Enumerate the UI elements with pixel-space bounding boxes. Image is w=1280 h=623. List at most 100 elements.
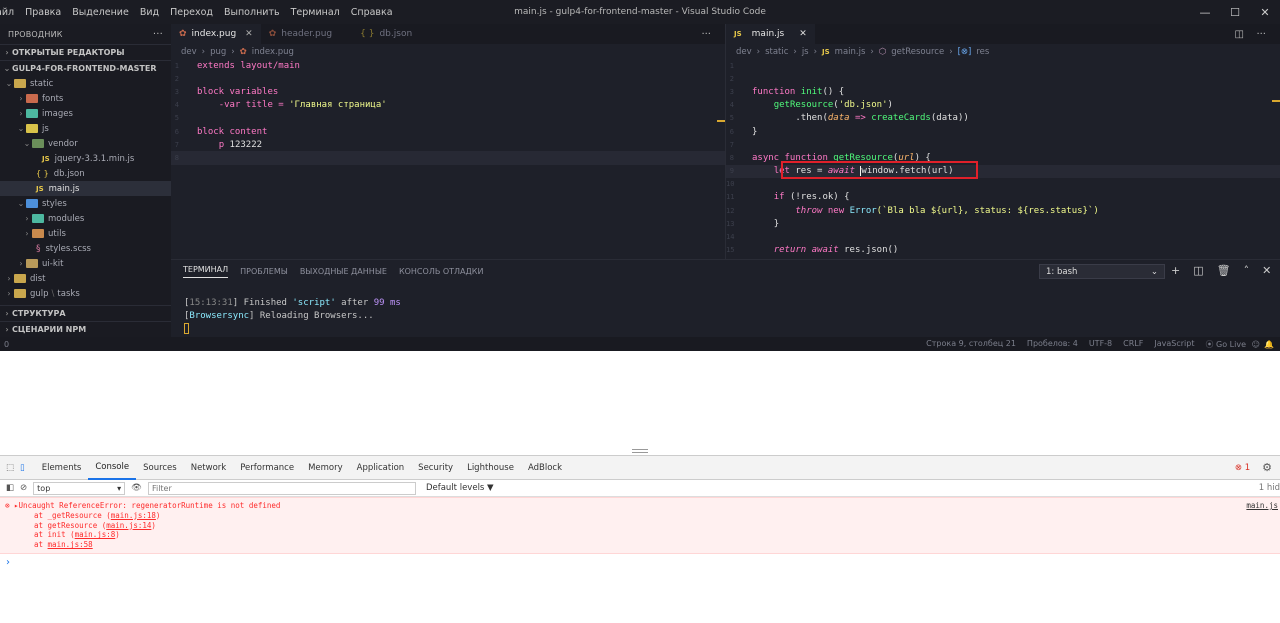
- device-toolbar-icon[interactable]: ▯: [20, 463, 25, 473]
- source-link[interactable]: main.js:14: [106, 521, 151, 530]
- tree-folder-js[interactable]: ⌄ js: [0, 121, 171, 136]
- breadcrumb-item[interactable]: index.pug: [252, 47, 294, 57]
- bell-icon[interactable]: 🔔: [1264, 340, 1274, 349]
- message-source-link[interactable]: main.js: [1246, 501, 1278, 511]
- code-editor-left[interactable]: 1 extends layout/main 2 3 block variables …: [171, 59, 725, 165]
- close-window-button[interactable]: ✕: [1250, 0, 1280, 24]
- breadcrumb-item[interactable]: dev: [736, 47, 752, 57]
- tab-sources[interactable]: Sources: [136, 456, 184, 480]
- menu-run[interactable]: Выполнить: [224, 7, 280, 18]
- tab-problems[interactable]: ПРОБЛЕМЫ: [240, 267, 288, 276]
- terminal-output[interactable]: [15:13:31] Finished 'script' after 99 ms…: [171, 282, 1280, 339]
- tree-folder-styles[interactable]: ⌄ styles: [0, 196, 171, 211]
- outline-section[interactable]: › СТРУКТУРА: [0, 305, 171, 321]
- feedback-icon[interactable]: ☺: [1252, 340, 1260, 349]
- tree-file-jquery[interactable]: JS jquery-3.3.1.min.js: [0, 151, 171, 166]
- terminal-select[interactable]: 1: bash ⌄: [1039, 264, 1165, 279]
- project-section[interactable]: ⌄ GULP4-FOR-FRONTEND-MASTER: [0, 60, 171, 76]
- open-editors-section[interactable]: › ОТКРЫТЫЕ РЕДАКТОРЫ: [0, 44, 171, 60]
- log-levels-select[interactable]: Default levels ▼: [426, 483, 494, 493]
- tab-db-json[interactable]: { } db.json: [352, 24, 420, 44]
- tab-terminal[interactable]: ТЕРМИНАЛ: [183, 265, 229, 278]
- tab-performance[interactable]: Performance: [233, 456, 301, 480]
- tree-folder-dist[interactable]: › dist: [0, 271, 171, 286]
- tab-elements[interactable]: Elements: [35, 456, 89, 480]
- status-indent[interactable]: Пробелов: 4: [1027, 339, 1078, 350]
- sidebar-toggle-icon[interactable]: ◧: [6, 483, 14, 493]
- tree-folder-static[interactable]: ⌄ static: [0, 76, 171, 91]
- tab-header-pug[interactable]: ✿ header.pug: [261, 24, 340, 44]
- breadcrumb-item[interactable]: res: [976, 47, 989, 57]
- context-select[interactable]: top ▾: [33, 481, 126, 495]
- tab-adblock[interactable]: AdBlock: [521, 456, 569, 480]
- menu-help[interactable]: Справка: [351, 7, 393, 18]
- tab-memory[interactable]: Memory: [301, 456, 350, 480]
- tab-main-js[interactable]: JS main.js ✕: [726, 24, 815, 44]
- breadcrumb-item[interactable]: pug: [210, 47, 226, 57]
- breadcrumb-item[interactable]: main.js: [835, 47, 866, 57]
- status-eol[interactable]: CRLF: [1123, 339, 1143, 350]
- close-icon[interactable]: ✕: [799, 29, 807, 39]
- tree-folder-modules[interactable]: › modules: [0, 211, 171, 226]
- tree-folder-utils[interactable]: › utils: [0, 226, 171, 241]
- tree-folder-vendor[interactable]: ⌄ vendor: [0, 136, 171, 151]
- source-link[interactable]: main.js:18: [111, 511, 156, 520]
- tree-folder-images[interactable]: › images: [0, 106, 171, 121]
- breadcrumb-item[interactable]: js: [802, 47, 809, 57]
- menu-file[interactable]: айл: [0, 7, 14, 18]
- error-counter[interactable]: ⊗ 1: [1235, 463, 1250, 473]
- trash-icon[interactable]: 🗑: [1217, 264, 1231, 277]
- tab-console[interactable]: Console: [88, 456, 137, 480]
- menu-terminal[interactable]: Терминал: [291, 7, 340, 18]
- editor-more-button[interactable]: ···: [701, 29, 711, 40]
- tree-folder-gulp[interactable]: › gulp \ tasks: [0, 286, 171, 301]
- tab-network[interactable]: Network: [184, 456, 234, 480]
- status-encoding[interactable]: UTF-8: [1089, 339, 1112, 350]
- status-go-live[interactable]: ⦿ Go Live: [1205, 339, 1246, 350]
- tab-output[interactable]: ВЫХОДНЫЕ ДАННЫЕ: [300, 267, 387, 276]
- tab-lighthouse[interactable]: Lighthouse: [460, 456, 521, 480]
- close-icon[interactable]: ✕: [245, 29, 253, 39]
- breadcrumb-item[interactable]: dev: [181, 47, 197, 57]
- split-icon[interactable]: ◫: [1193, 264, 1203, 277]
- split-editor-icon[interactable]: ◫: [1235, 29, 1244, 40]
- breadcrumb-item[interactable]: static: [765, 47, 788, 57]
- source-link[interactable]: main.js:8: [75, 530, 116, 539]
- console-prompt[interactable]: ›: [0, 554, 1280, 571]
- tab-application[interactable]: Application: [350, 456, 412, 480]
- npm-scripts-section[interactable]: › СЦЕНАРИИ NPM: [0, 321, 171, 337]
- eye-icon[interactable]: 👁: [131, 483, 142, 493]
- window-controls: — ☐ ✕: [1190, 0, 1280, 24]
- menu-view[interactable]: Вид: [140, 7, 159, 18]
- close-icon[interactable]: ✕: [1262, 264, 1271, 277]
- maximize-button[interactable]: ☐: [1220, 0, 1250, 24]
- menu-edit[interactable]: Правка: [25, 7, 61, 18]
- filter-input[interactable]: [147, 481, 416, 495]
- editor-more-button[interactable]: ···: [1256, 29, 1266, 40]
- tree-file-dbjson[interactable]: { } db.json: [0, 166, 171, 181]
- breadcrumb-item[interactable]: getResource: [891, 47, 944, 57]
- tree-folder-uikit[interactable]: › ui-kit: [0, 256, 171, 271]
- menu-go[interactable]: Переход: [170, 7, 213, 18]
- code-editor-right[interactable]: 1 2 3 function init() { 4 getResource('db…: [726, 59, 1280, 257]
- menu-selection[interactable]: Выделение: [72, 7, 129, 18]
- tab-security[interactable]: Security: [411, 456, 460, 480]
- folder-icon: [32, 229, 44, 238]
- chevron-up-icon[interactable]: ˄: [1244, 264, 1250, 277]
- status-cursor-position[interactable]: Строка 9, столбец 21: [926, 339, 1016, 350]
- tree-folder-fonts[interactable]: › fonts: [0, 91, 171, 106]
- minimize-button[interactable]: —: [1190, 0, 1220, 24]
- chevron-right-icon: ›: [25, 229, 29, 238]
- source-link[interactable]: main.js:58: [48, 540, 93, 549]
- tab-debug-console[interactable]: КОНСОЛЬ ОТЛАДКИ: [399, 267, 484, 276]
- explorer-more-button[interactable]: ···: [153, 29, 163, 40]
- inspect-icon[interactable]: ⬚: [6, 463, 14, 473]
- clear-console-icon[interactable]: ⊘: [20, 483, 27, 493]
- tree-file-styles-scss[interactable]: § styles.scss: [0, 241, 171, 256]
- status-problems[interactable]: 0: [0, 340, 9, 349]
- tree-file-mainjs[interactable]: JS main.js: [0, 181, 171, 196]
- status-language[interactable]: JavaScript: [1154, 339, 1194, 350]
- gear-icon[interactable]: ⚙: [1262, 461, 1272, 474]
- add-icon[interactable]: +: [1171, 264, 1180, 277]
- tab-index-pug[interactable]: ✿ index.pug ✕: [171, 24, 261, 44]
